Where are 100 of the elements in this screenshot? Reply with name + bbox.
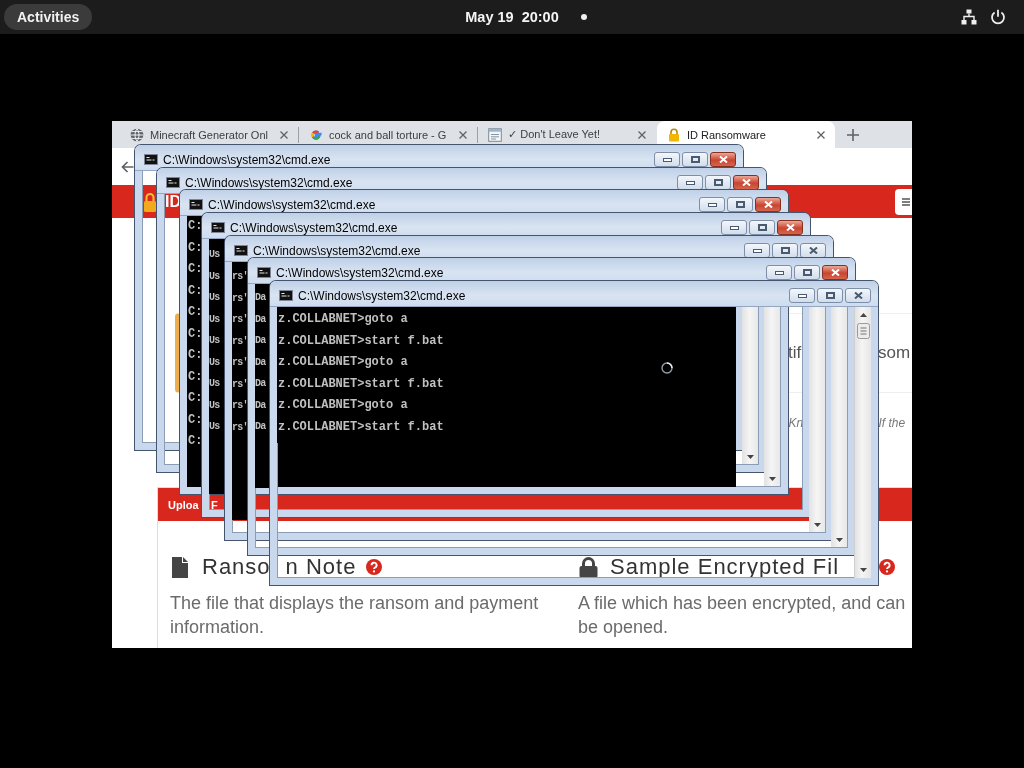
globe-icon [130, 127, 144, 142]
close-icon [763, 201, 773, 208]
close-icon [830, 269, 840, 276]
maximize-button[interactable] [682, 152, 708, 167]
close-icon[interactable] [280, 130, 288, 139]
console-line: z.COLLABNET>goto a [277, 397, 408, 414]
network-icon[interactable] [961, 9, 977, 25]
console-line: Us [209, 398, 220, 413]
console-line: C: [187, 325, 203, 343]
close-icon [853, 292, 863, 299]
padlock-icon [667, 127, 681, 142]
down-arrow-icon[interactable] [836, 538, 843, 542]
console-icon [166, 177, 180, 188]
console-line: rs' [232, 420, 248, 435]
console-line: C: [187, 282, 203, 300]
power-icon[interactable] [990, 9, 1006, 25]
console-line: C: [187, 239, 203, 257]
notice-text: som [878, 343, 912, 363]
console-line: Da [255, 334, 266, 348]
notice-text: tif [788, 343, 803, 363]
plus-icon[interactable] [847, 128, 859, 141]
console-line: z.COLLABNET>start f.bat [277, 332, 444, 350]
browser-tab[interactable]: ID Ransomware [657, 121, 835, 148]
console-line: Da [255, 355, 266, 370]
help-icon[interactable] [879, 559, 895, 575]
clock[interactable]: May 19 20:00 [465, 9, 559, 25]
console-line: Us [209, 269, 220, 284]
minimize-button[interactable] [699, 197, 725, 212]
console-line: Us [209, 334, 220, 348]
close-button[interactable] [822, 265, 848, 280]
console-icon [211, 222, 225, 233]
maximize-button[interactable] [817, 288, 843, 303]
up-arrow-icon[interactable] [859, 313, 867, 317]
scroll-thumb[interactable] [856, 323, 870, 339]
minimize-icon [774, 270, 784, 275]
padlock-icon [144, 191, 156, 212]
console-line: Us [209, 420, 220, 434]
console-line: rs' [232, 356, 248, 370]
down-arrow-icon[interactable] [859, 568, 867, 572]
console-line: z.COLLABNET>goto a [277, 354, 408, 371]
console-line: C: [187, 368, 203, 386]
section-description: A file which has been encrypted, and can be opened. [578, 592, 907, 639]
minimize-icon [752, 248, 762, 253]
browser-tab[interactable]: Minecraft Generator Onl [120, 121, 298, 148]
window-title: C:\Windows\system32\cmd.exe [298, 288, 466, 303]
window-title: C:\Windows\system32\cmd.exe [230, 220, 398, 235]
minimize-button[interactable] [721, 220, 747, 235]
close-icon[interactable] [638, 130, 646, 139]
minimize-button[interactable] [654, 152, 680, 167]
close-button[interactable] [845, 288, 871, 303]
close-icon [808, 247, 818, 254]
maximize-icon [713, 179, 723, 186]
console-line: Da [255, 398, 266, 413]
maximize-button[interactable] [794, 265, 820, 280]
window-title: C:\Windows\system32\cmd.exe [276, 265, 444, 280]
console-line: z.COLLABNET>start f.bat [277, 418, 444, 436]
console-line: z.COLLABNET>start f.bat [277, 375, 444, 393]
document-icon [488, 127, 502, 142]
console-line: Da [255, 420, 266, 434]
maximize-icon [802, 269, 812, 276]
close-icon[interactable] [459, 130, 467, 139]
window-title: C:\Windows\system32\cmd.exe [208, 197, 376, 212]
close-icon [741, 179, 751, 186]
console-icon [189, 199, 203, 210]
left-arrow-icon[interactable] [121, 160, 134, 173]
padlock-icon [578, 556, 599, 578]
help-icon[interactable] [366, 559, 383, 575]
loading-spinner-icon [661, 362, 673, 374]
scrollbar[interactable] [854, 307, 871, 578]
console-line: C: [187, 347, 203, 364]
console-line: C: [187, 218, 203, 235]
maximize-icon [780, 247, 790, 254]
menu-button[interactable] [895, 188, 912, 215]
console-line: Us [209, 291, 220, 305]
activities-button[interactable]: Activities [4, 4, 93, 30]
maximize-icon [757, 224, 767, 231]
minimize-button[interactable] [789, 288, 815, 303]
browser-tab[interactable]: cock and ball torture - G [299, 121, 477, 148]
file-icon [172, 556, 188, 578]
window-title: C:\Windows\system32\cmd.exe [163, 152, 331, 167]
console-line: Da [255, 291, 266, 305]
maximize-button[interactable] [727, 197, 753, 212]
dot-icon [580, 14, 587, 20]
menu-icon [902, 197, 910, 206]
close-button[interactable] [755, 197, 781, 212]
maximize-icon [825, 292, 835, 299]
console-line: rs' [232, 270, 248, 284]
console-line: Us [209, 377, 220, 391]
maximize-button[interactable] [749, 220, 775, 235]
console-line: rs' [232, 399, 248, 413]
console-line: rs' [232, 377, 248, 392]
close-icon[interactable] [817, 130, 825, 139]
console-line: C: [187, 261, 203, 278]
close-button[interactable] [777, 220, 803, 235]
section-heading: Ranso [202, 556, 271, 578]
minimize-button[interactable] [766, 265, 792, 280]
browser-tab[interactable]: ✓ Don't Leave Yet! [478, 121, 656, 148]
console-line: Da [255, 377, 266, 391]
close-button[interactable] [710, 152, 736, 167]
console-icon [144, 154, 158, 165]
